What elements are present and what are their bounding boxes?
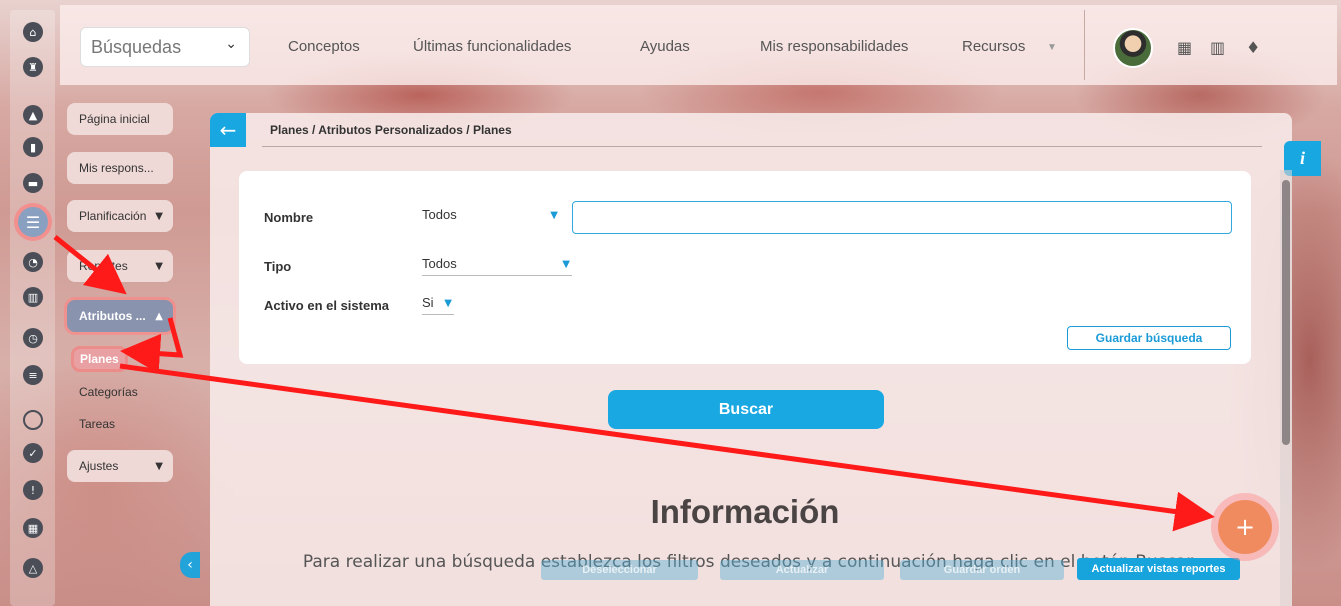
- annotation-arrow: [119, 363, 1215, 532]
- annotation-arrows: [53, 235, 1215, 532]
- annotation-arrow: [53, 235, 127, 295]
- annotation-arrow: [120, 317, 184, 374]
